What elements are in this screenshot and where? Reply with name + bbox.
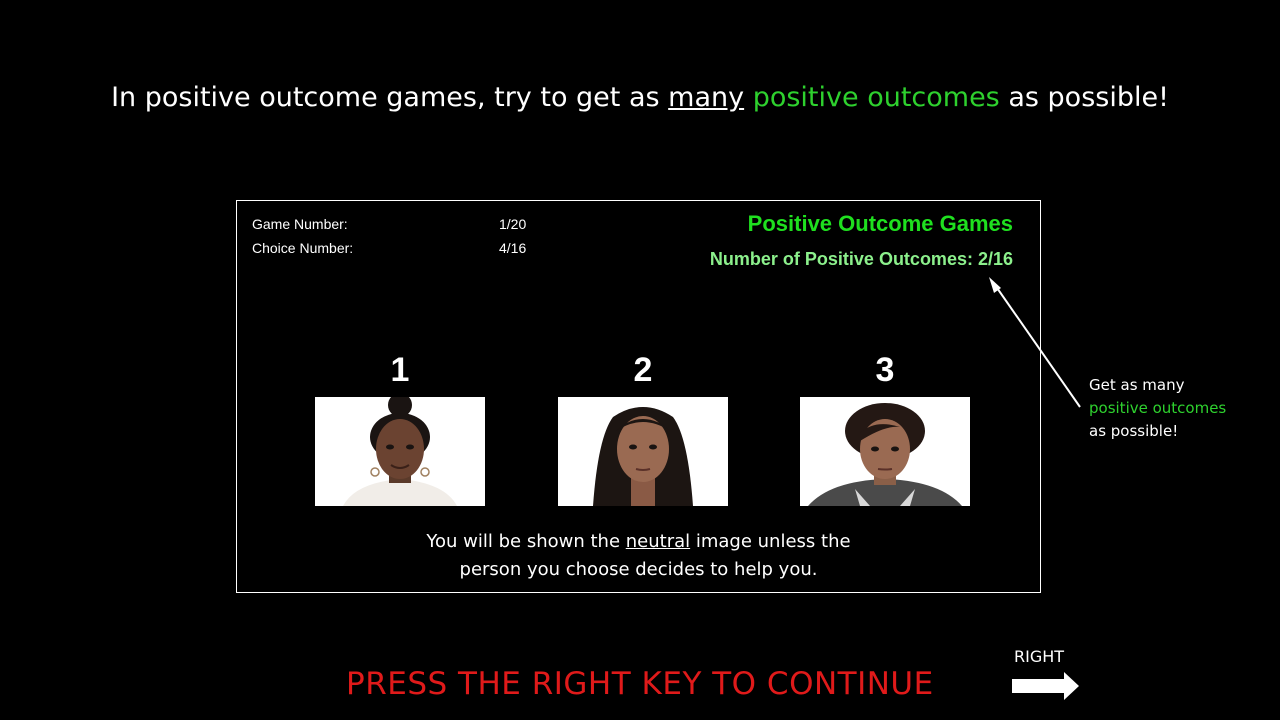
choice-number-value: 4/16 xyxy=(499,240,527,256)
face-image-2[interactable] xyxy=(558,397,728,506)
continue-prompt: PRESS THE RIGHT KEY TO CONTINUE xyxy=(346,666,934,702)
heading-underlined: many xyxy=(668,82,745,113)
face-image-2-graphic xyxy=(558,397,728,506)
right-key-label: RIGHT xyxy=(1014,647,1065,666)
callout-line-1: Get as many xyxy=(1089,376,1185,394)
choice-number-2: 2 xyxy=(633,351,653,389)
choice-number-1: 1 xyxy=(390,351,410,389)
choice-number-3: 3 xyxy=(875,351,895,389)
callout-line-3: as possible! xyxy=(1089,422,1179,440)
instruction-line-2: person you choose decides to help you. xyxy=(459,559,818,580)
callout-line-2: positive outcomes xyxy=(1089,399,1227,417)
instruction-text-1: You will be shown the xyxy=(426,531,626,552)
face-image-1[interactable] xyxy=(315,397,485,506)
face-image-3[interactable] xyxy=(800,397,970,506)
heading-text-1: In positive outcome games, try to get as xyxy=(111,82,669,113)
positive-outcome-count: Number of Positive Outcomes: 2/16 xyxy=(709,249,1013,269)
games-title: Positive Outcome Games xyxy=(747,211,1013,236)
callout-note: Get as many positive outcomes as possibl… xyxy=(1089,374,1226,443)
heading-text-2: as possible! xyxy=(999,82,1169,113)
choice-number-label: Choice Number: xyxy=(252,240,354,256)
game-panel: Game Number: 1/20 Choice Number: 4/16 Po… xyxy=(236,200,1041,593)
page-heading: In positive outcome games, try to get as… xyxy=(0,82,1280,113)
game-number-label: Game Number: xyxy=(252,216,348,232)
right-arrow-icon xyxy=(1012,672,1079,700)
face-image-1-graphic xyxy=(315,397,485,506)
instruction-text-2: image unless the xyxy=(690,531,851,552)
heading-green-text: positive outcomes xyxy=(752,82,1000,113)
instruction-text: You will be shown the neutral image unle… xyxy=(237,528,1040,584)
instruction-underlined: neutral xyxy=(625,531,691,552)
game-number-value: 1/20 xyxy=(499,216,527,232)
face-image-3-graphic xyxy=(800,397,970,506)
